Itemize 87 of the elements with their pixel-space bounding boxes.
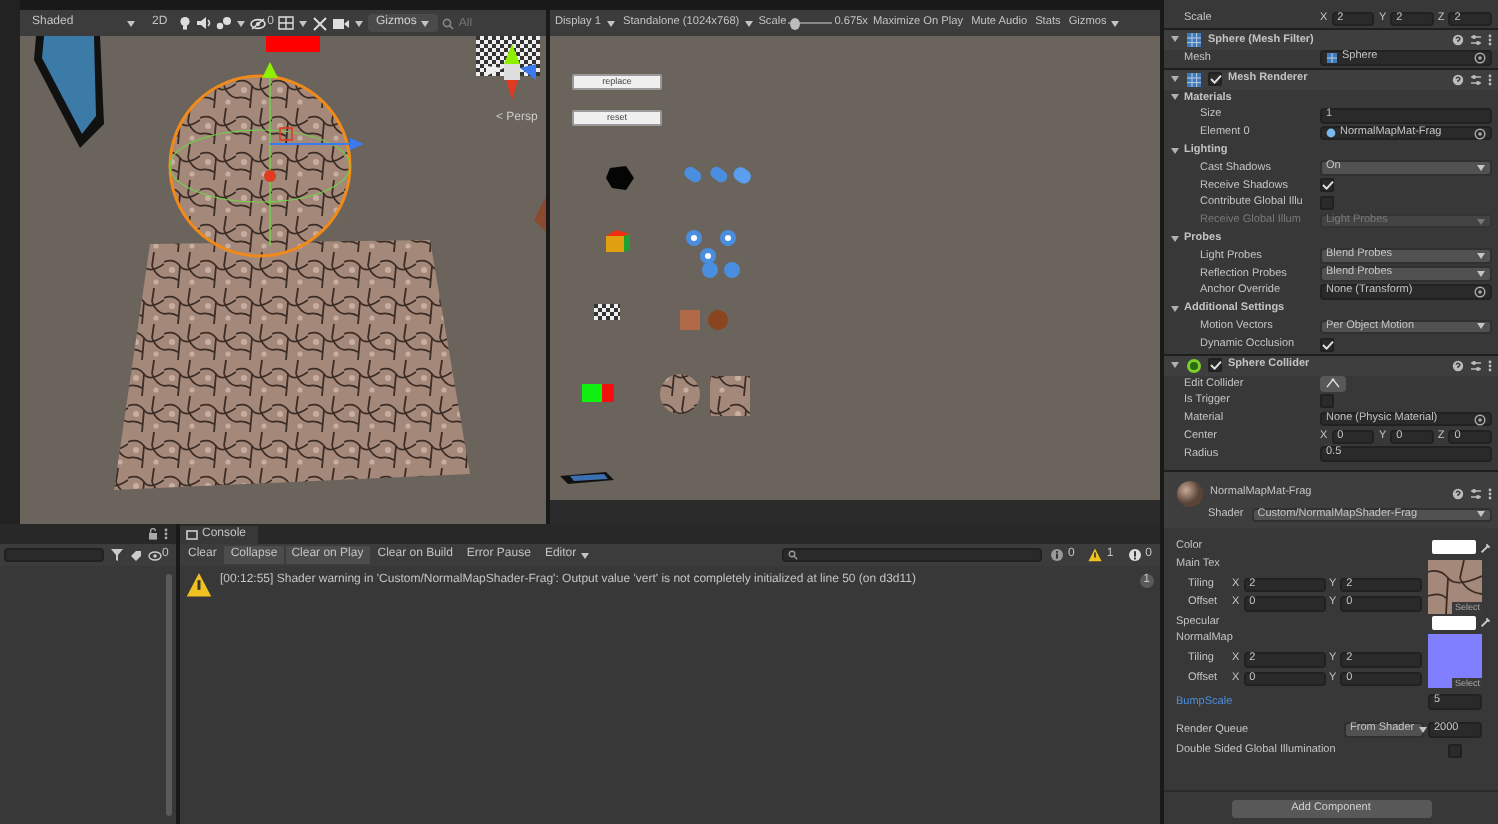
object-edge-drawing [534, 196, 546, 232]
caret-icon [235, 19, 246, 27]
checkbox[interactable] [1320, 394, 1334, 409]
target-icon [1474, 52, 1486, 65]
lock-icon[interactable] [148, 528, 158, 540]
tools-icon[interactable] [312, 15, 329, 31]
caret-icon [298, 19, 309, 27]
checkmark-icon [1209, 360, 1221, 371]
mesh-grid-icon [1326, 52, 1338, 65]
search-icon [787, 550, 798, 560]
eyedropper-icon[interactable] [1480, 616, 1492, 629]
mesh-grid-icon [1186, 31, 1202, 48]
caret-icon [605, 19, 616, 27]
capsules-drawing [682, 164, 754, 187]
scrollbar[interactable] [166, 574, 172, 816]
color-swatch[interactable] [1432, 615, 1476, 630]
target-icon [1474, 127, 1486, 140]
speaker-icon[interactable] [195, 16, 212, 30]
hidden-eye-icon[interactable] [148, 549, 162, 561]
sphere-icon [1186, 357, 1202, 374]
target-icon [1474, 285, 1486, 298]
eyedropper-icon[interactable] [1480, 541, 1492, 554]
scale-slider[interactable] [788, 17, 833, 29]
label-tag-icon[interactable] [130, 549, 142, 561]
caret-icon [126, 19, 136, 27]
caret-icon [580, 551, 591, 559]
caret-icon [1476, 510, 1486, 519]
glowing-spheres-drawing [686, 230, 740, 278]
help-icon[interactable] [1452, 359, 1464, 372]
caret-icon [354, 19, 365, 27]
orientation-gizmo-drawing [476, 36, 540, 100]
flat-panel-drawing [560, 472, 614, 484]
material-sphere-icon [1176, 479, 1204, 508]
grid-icon[interactable] [278, 16, 295, 30]
hidden-eye-icon[interactable] [249, 17, 266, 29]
checkbox[interactable] [1208, 72, 1222, 87]
help-icon[interactable] [1452, 487, 1464, 500]
caret-icon [1110, 19, 1121, 27]
caret-icon [1476, 164, 1486, 173]
picture-frame-drawing [34, 36, 104, 148]
colored-cube-drawing [606, 230, 630, 252]
block-drawing [266, 36, 320, 52]
camera-icon[interactable] [332, 17, 351, 29]
expanded-arrow-icon [1170, 233, 1180, 244]
copper-sphere-drawing [708, 310, 728, 330]
expanded-arrow-icon [1170, 145, 1180, 156]
caret-icon [743, 19, 754, 27]
caret-icon [1418, 726, 1429, 735]
search-field[interactable] [781, 547, 1042, 563]
help-icon[interactable] [1452, 33, 1464, 46]
caret-icon [420, 19, 431, 27]
two-tone-quad-drawing [582, 384, 614, 402]
caret-icon [1476, 217, 1486, 226]
filter-icon[interactable] [110, 548, 124, 562]
color-swatch[interactable] [1432, 540, 1476, 555]
rock-tile-drawing [710, 376, 750, 416]
checkbox[interactable] [1320, 178, 1334, 193]
checkbox[interactable] [1320, 337, 1334, 352]
help-icon[interactable] [1452, 73, 1464, 86]
checkbox[interactable] [1320, 196, 1334, 211]
search-icon [442, 17, 455, 29]
sliders-icon[interactable] [1470, 487, 1482, 500]
collider-edit-icon [1326, 378, 1340, 389]
checkmark-icon [1321, 180, 1333, 191]
checkbox[interactable] [1208, 358, 1222, 373]
checkmark-icon [1321, 339, 1333, 350]
light-bulb-icon[interactable] [177, 16, 192, 30]
copper-cube-drawing [680, 310, 700, 330]
expanded-arrow-icon [1170, 34, 1180, 45]
expanded-arrow-icon [1170, 360, 1180, 371]
material-dot-icon [1326, 128, 1336, 139]
search-field[interactable] [4, 547, 104, 563]
expanded-arrow-icon [1170, 304, 1180, 315]
target-icon [1474, 413, 1486, 426]
sliders-icon[interactable] [1470, 33, 1482, 46]
sliders-icon[interactable] [1470, 359, 1482, 372]
mesh-grid-icon [1186, 71, 1202, 88]
rock-sphere-drawing [660, 374, 700, 414]
console-icon [186, 530, 198, 540]
blob-drawing [606, 166, 634, 190]
warning-icon [186, 572, 212, 598]
sliders-icon[interactable] [1470, 73, 1482, 86]
checkbox[interactable] [1448, 743, 1462, 758]
checker-tile-drawing [594, 304, 620, 320]
effects-icon[interactable] [215, 16, 232, 30]
checkmark-icon [1209, 74, 1221, 85]
caret-icon [1476, 322, 1486, 331]
